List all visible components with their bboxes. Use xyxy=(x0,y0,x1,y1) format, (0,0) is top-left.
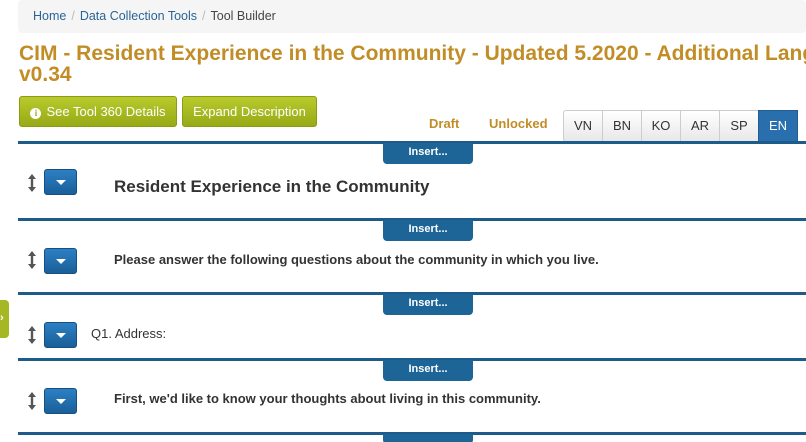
chevron-right-icon: › xyxy=(0,312,4,324)
page-title-version: v0.34 xyxy=(19,63,72,86)
item-options-dropdown-button[interactable] xyxy=(44,248,77,274)
status-unlocked: Unlocked xyxy=(489,116,548,131)
language-button-en[interactable]: EN xyxy=(758,110,798,142)
language-button-ar[interactable]: AR xyxy=(680,110,720,142)
page-title: CIM - Resident Experience in the Communi… xyxy=(19,43,806,89)
breadcrumb-data-collection-tools-link[interactable]: Data Collection Tools xyxy=(80,9,197,23)
expand-description-button[interactable]: Expand Description xyxy=(182,96,317,127)
builder-item: Insert... First, we'd like to know your … xyxy=(18,358,806,434)
breadcrumb-separator: / xyxy=(202,9,206,23)
caret-down-icon xyxy=(56,333,66,338)
item-options-dropdown-button[interactable] xyxy=(44,169,77,195)
drag-handle-icon[interactable] xyxy=(26,173,38,193)
language-button-vn[interactable]: VN xyxy=(563,110,603,142)
item-question: Q1. Address: xyxy=(91,326,167,341)
drag-handle-icon[interactable] xyxy=(26,250,38,270)
insert-button[interactable]: Insert... xyxy=(383,220,473,241)
see-tool-360-details-label: See Tool 360 Details xyxy=(46,104,166,119)
breadcrumb-separator: / xyxy=(71,9,75,23)
breadcrumb-current: Tool Builder xyxy=(210,9,276,23)
insert-button[interactable] xyxy=(383,434,473,442)
insert-button[interactable]: Insert... xyxy=(383,294,473,315)
side-panel-toggle[interactable]: › xyxy=(0,300,9,338)
caret-down-icon xyxy=(56,259,66,264)
language-button-bn[interactable]: BN xyxy=(602,110,642,142)
language-selector: VN BN KO AR SP EN xyxy=(563,110,798,142)
drag-handle-icon[interactable] xyxy=(26,391,38,411)
info-icon: i xyxy=(30,108,42,119)
breadcrumb: Home / Data Collection Tools / Tool Builder xyxy=(18,0,806,33)
builder-item: Insert... Please answer the following qu… xyxy=(18,218,806,296)
builder-item xyxy=(18,432,806,442)
caret-down-icon xyxy=(56,180,66,185)
breadcrumb-home-link[interactable]: Home xyxy=(33,9,66,23)
item-instruction: First, we'd like to know your thoughts a… xyxy=(114,391,541,406)
builder-item: Insert... Q1. Address: xyxy=(18,292,806,358)
language-button-ko[interactable]: KO xyxy=(641,110,681,142)
caret-down-icon xyxy=(56,399,66,404)
page-title-line1: CIM - Resident Experience in the Communi… xyxy=(19,43,806,65)
item-options-dropdown-button[interactable] xyxy=(44,388,77,414)
item-instruction: Please answer the following questions ab… xyxy=(114,252,599,267)
status-draft: Draft xyxy=(429,116,460,131)
see-tool-360-details-button[interactable]: i See Tool 360 Details xyxy=(19,96,177,127)
insert-button[interactable]: Insert... xyxy=(383,143,473,164)
language-button-sp[interactable]: SP xyxy=(719,110,759,142)
item-heading: Resident Experience in the Community xyxy=(114,177,430,196)
item-options-dropdown-button[interactable] xyxy=(44,322,77,348)
builder-item: Insert... Resident Experience in the Com… xyxy=(18,141,806,220)
insert-button[interactable]: Insert... xyxy=(383,360,473,381)
drag-handle-icon[interactable] xyxy=(26,325,38,345)
